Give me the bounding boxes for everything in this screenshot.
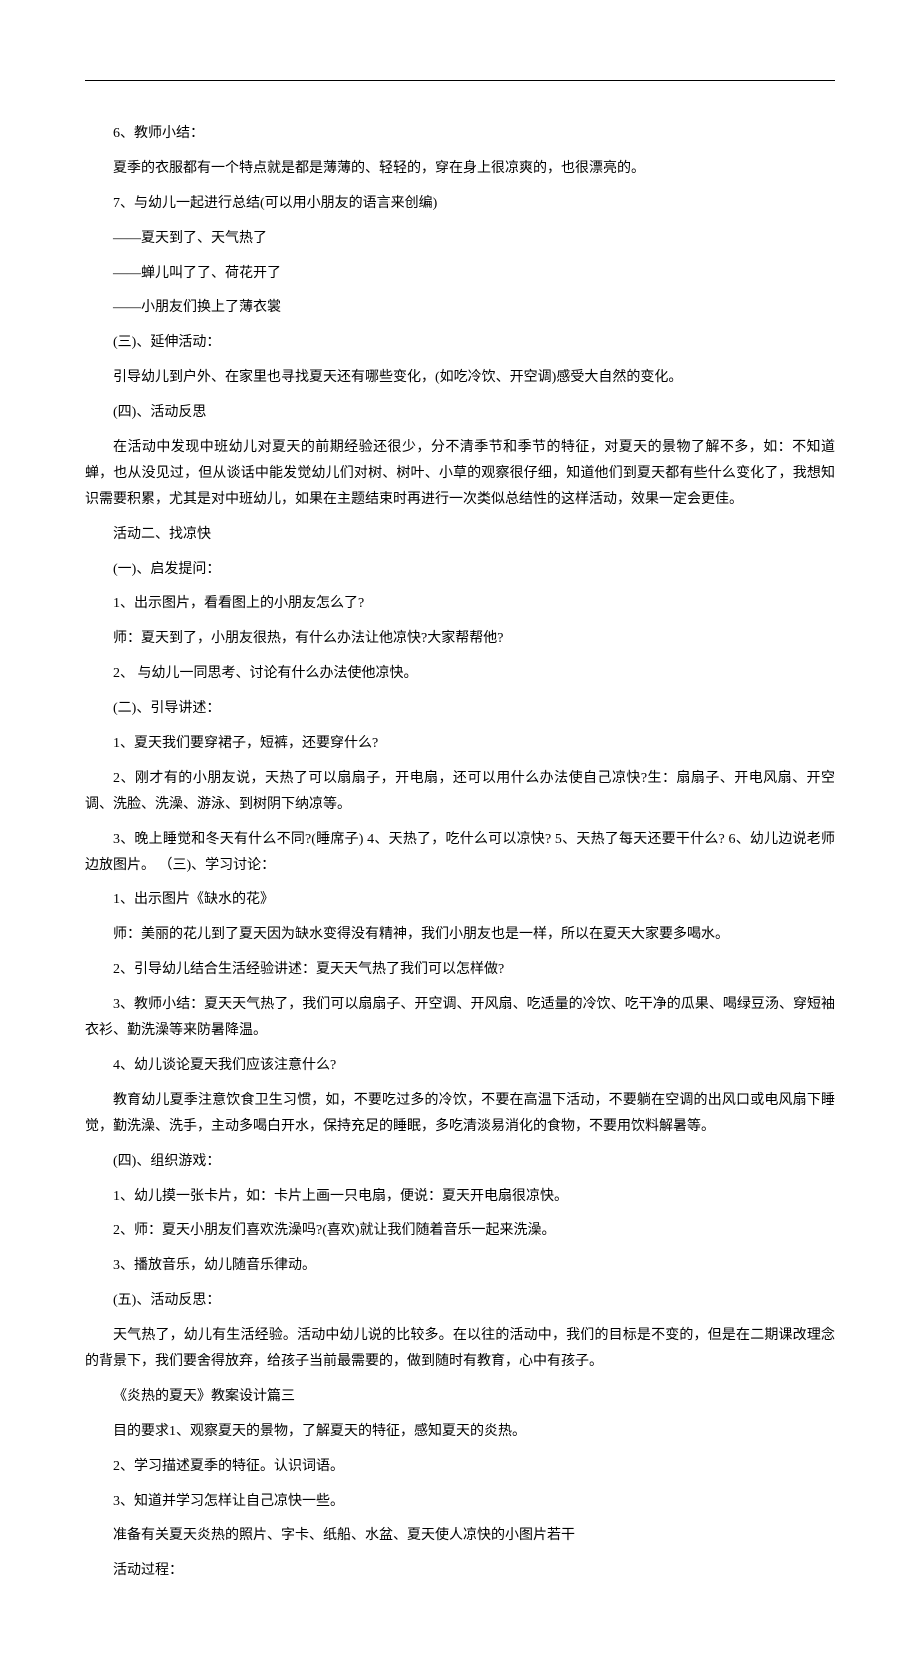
body-line: 2、引导幼儿结合生活经验讲述：夏天天气热了我们可以怎样做? bbox=[85, 957, 835, 983]
body-line: 2、 与幼儿一同思考、讨论有什么办法使他凉快。 bbox=[85, 661, 835, 687]
body-line: 师：美丽的花儿到了夏天因为缺水变得没有精神，我们小朋友也是一样，所以在夏天大家要… bbox=[85, 922, 835, 948]
body-line: 1、幼儿摸一张卡片，如：卡片上画一只电扇，便说：夏天开电扇很凉快。 bbox=[85, 1184, 835, 1210]
body-line: 在活动中发现中班幼儿对夏天的前期经验还很少，分不清季节和季节的特征，对夏天的景物… bbox=[85, 435, 835, 513]
body-line: 2、师：夏天小朋友们喜欢洗澡吗?(喜欢)就让我们随着音乐一起来洗澡。 bbox=[85, 1218, 835, 1244]
body-line: ——蝉儿叫了了、荷花开了 bbox=[85, 261, 835, 287]
body-line: ——小朋友们换上了薄衣裳 bbox=[85, 295, 835, 321]
body-line: 3、教师小结：夏天天气热了，我们可以扇扇子、开空调、开风扇、吃适量的冷饮、吃干净… bbox=[85, 992, 835, 1044]
body-line: (四)、活动反思 bbox=[85, 400, 835, 426]
horizontal-rule bbox=[85, 80, 835, 81]
body-line: 目的要求1、观察夏天的景物，了解夏天的特征，感知夏天的炎热。 bbox=[85, 1419, 835, 1445]
body-line: (三)、延伸活动： bbox=[85, 330, 835, 356]
body-line: 活动过程： bbox=[85, 1558, 835, 1584]
body-line: 3、播放音乐，幼儿随音乐律动。 bbox=[85, 1253, 835, 1279]
body-line: (五)、活动反思： bbox=[85, 1288, 835, 1314]
body-line: (一)、启发提问： bbox=[85, 557, 835, 583]
body-line: 夏季的衣服都有一个特点就是都是薄薄的、轻轻的，穿在身上很凉爽的，也很漂亮的。 bbox=[85, 156, 835, 182]
body-line: (二)、引导讲述： bbox=[85, 696, 835, 722]
body-line: 1、夏天我们要穿裙子，短裤，还要穿什么? bbox=[85, 731, 835, 757]
body-line: 教育幼儿夏季注意饮食卫生习惯，如，不要吃过多的冷饮，不要在高温下活动，不要躺在空… bbox=[85, 1088, 835, 1140]
body-line: 《炎热的夏天》教案设计篇三 bbox=[85, 1384, 835, 1410]
body-line: 活动二、找凉快 bbox=[85, 522, 835, 548]
body-line: 1、出示图片，看看图上的小朋友怎么了? bbox=[85, 591, 835, 617]
body-line: 2、刚才有的小朋友说，天热了可以扇扇子，开电扇，还可以用什么办法使自己凉快?生：… bbox=[85, 766, 835, 818]
body-line: 7、与幼儿一起进行总结(可以用小朋友的语言来创编) bbox=[85, 191, 835, 217]
body-line: 3、晚上睡觉和冬天有什么不同?(睡席子) 4、天热了，吃什么可以凉快? 5、天热… bbox=[85, 827, 835, 879]
body-line: 1、出示图片《缺水的花》 bbox=[85, 887, 835, 913]
body-line: ——夏天到了、天气热了 bbox=[85, 226, 835, 252]
body-line: 准备有关夏天炎热的照片、字卡、纸船、水盆、夏天使人凉快的小图片若干 bbox=[85, 1523, 835, 1549]
body-line: 4、幼儿谈论夏天我们应该注意什么? bbox=[85, 1053, 835, 1079]
body-line: 3、知道并学习怎样让自己凉快一些。 bbox=[85, 1489, 835, 1515]
body-line: 师：夏天到了，小朋友很热，有什么办法让他凉快?大家帮帮他? bbox=[85, 626, 835, 652]
body-line: 2、学习描述夏季的特征。认识词语。 bbox=[85, 1454, 835, 1480]
body-line: (四)、组织游戏： bbox=[85, 1149, 835, 1175]
body-line: 引导幼儿到户外、在家里也寻找夏天还有哪些变化，(如吃冷饮、开空调)感受大自然的变… bbox=[85, 365, 835, 391]
body-line: 天气热了，幼儿有生活经验。活动中幼儿说的比较多。在以往的活动中，我们的目标是不变… bbox=[85, 1323, 835, 1375]
body-line: 6、教师小结： bbox=[85, 121, 835, 147]
